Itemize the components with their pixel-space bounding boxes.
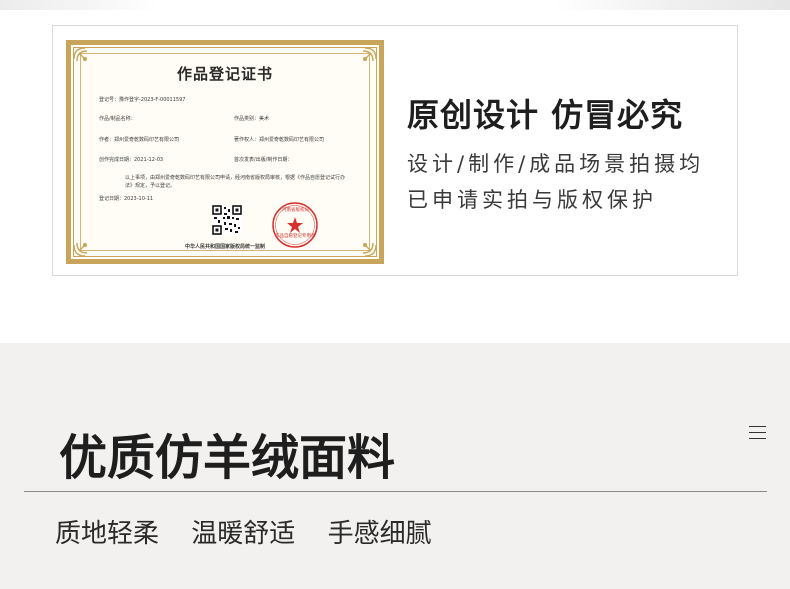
certificate-image: 作品登记证书 登记号：豫作登字-2023-F-00011597 作品/制品名称：… xyxy=(66,40,384,264)
certificate-work-type: 作品类别：美术 xyxy=(234,116,270,122)
fabric-section: 优质仿羊绒面料 质地轻柔 温暖舒适 手感细腻 xyxy=(0,343,790,589)
feature-item: 温暖舒适 xyxy=(191,519,296,549)
certificate-author: 作者：郑州爱奇乾数码印艺有限公司 xyxy=(99,137,180,143)
certificate-card: 作品登记证书 登记号：豫作登字-2023-F-00011597 作品/制品名称：… xyxy=(52,25,738,276)
certificate-creation-date: 创作完成日期：2021-12-03 xyxy=(99,157,164,163)
certificate-body-text: 以上事项，由郑州爱奇乾数码印艺有限公司申请，经河南省版权局审核，根据《作品自愿登… xyxy=(125,175,346,189)
certificate-copyright-owner: 著作权人：郑州爱奇乾数码印艺有限公司 xyxy=(234,137,325,143)
section-title: 优质仿羊绒面料 xyxy=(59,430,396,486)
certificate-publish-date: 首次发表/出版/制作日期： xyxy=(234,157,293,163)
promo-title: 原创设计 仿冒必究 xyxy=(407,96,684,134)
promo-line-2: 已申请实拍与版权保护 xyxy=(407,188,657,212)
feature-item: 质地轻柔 xyxy=(55,519,160,549)
top-edge-strip xyxy=(0,0,790,10)
feature-item: 手感细腻 xyxy=(327,519,432,549)
seal-bottom-text: 作品自愿登记专用章 xyxy=(275,234,316,239)
promo-line-1: 设计/制作/成品场景拍摄均 xyxy=(407,152,705,176)
certificate-work-name: 作品/制品名称： xyxy=(99,116,136,122)
hamburger-menu-icon[interactable] xyxy=(749,426,766,440)
certificate-reg-no: 登记号：豫作登字-2023-F-00011597 xyxy=(99,97,186,103)
seal-top-text: 河南省版权局 xyxy=(282,208,309,213)
certificate-title: 作品登记证书 xyxy=(176,65,273,83)
feature-list: 质地轻柔 温暖舒适 手感细腻 xyxy=(55,513,456,550)
qr-code-icon xyxy=(212,205,242,235)
certificate-footer: 中华人民共和国国家版权局统一监制 xyxy=(184,244,265,250)
section-divider xyxy=(24,491,767,492)
certificate-reg-date: 登记日期：2023-10-11 xyxy=(99,196,154,202)
